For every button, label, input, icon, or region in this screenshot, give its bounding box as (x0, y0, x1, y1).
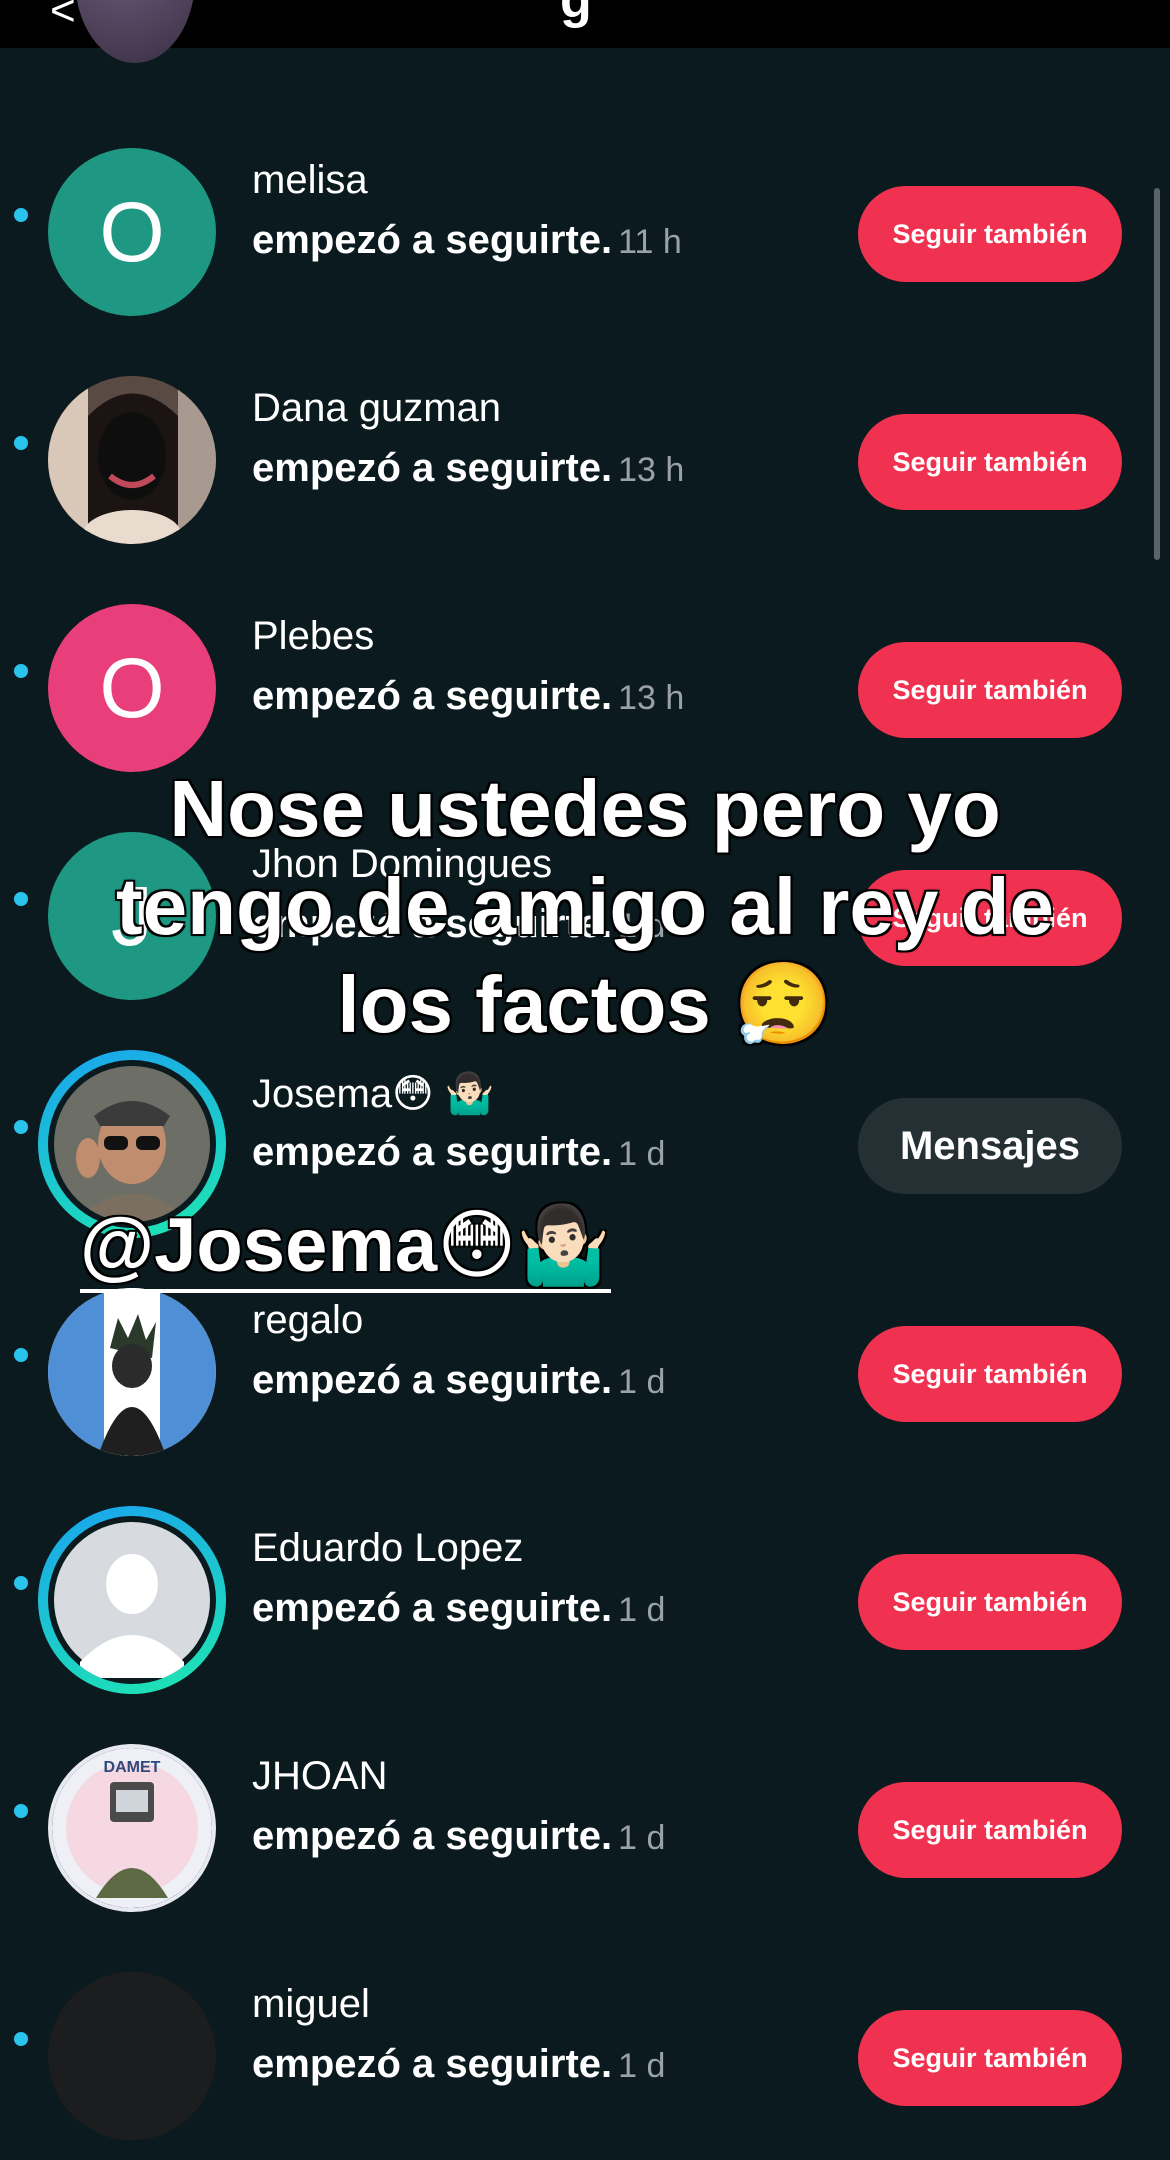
activity-text: empezó a seguirte. 1 d (252, 1130, 666, 1174)
avatar[interactable] (48, 1972, 216, 2140)
back-icon[interactable]: < (50, 0, 76, 36)
activity-text: empezó a seguirte. 1 d (252, 1814, 666, 1858)
username[interactable]: JHOAN (252, 1754, 388, 1799)
avatar[interactable]: O (48, 148, 216, 316)
list-item[interactable]: DAMET JHOAN empezó a seguirte. 1 d Seguir… (0, 1704, 1170, 1932)
activity-text: empezó a seguirte. 13 h (252, 674, 685, 718)
avatar[interactable] (75, 0, 195, 63)
timestamp: 13 h (618, 679, 685, 717)
timestamp: 1 d (618, 1591, 666, 1629)
timestamp: 1 d (618, 1135, 666, 1173)
unread-dot (14, 2032, 28, 2046)
timestamp: 1 d (618, 1819, 666, 1857)
activity-text: empezó a seguirte. 1 d (252, 1586, 666, 1630)
unread-dot (14, 436, 28, 450)
follow-back-button[interactable]: Seguir también (858, 414, 1122, 510)
avatar[interactable]: DAMET (48, 1744, 216, 1912)
username[interactable]: Dana guzman (252, 386, 501, 431)
activity-text: empezó a seguirte. 13 h (252, 446, 685, 490)
mention-tag[interactable]: @Josema😳🤷🏻‍♂️ (80, 1205, 612, 1293)
list-item[interactable]: miguel empezó a seguirte. 1 d Seguir tamb… (0, 1932, 1170, 2160)
page-title-fragment: g (560, 0, 592, 29)
username[interactable]: regalo (252, 1298, 363, 1343)
avatar[interactable] (38, 1506, 226, 1694)
username[interactable]: Eduardo Lopez (252, 1526, 523, 1571)
follow-back-button[interactable]: Seguir también (858, 1554, 1122, 1650)
activity-text: empezó a seguirte. 11 h (252, 218, 682, 262)
unread-dot (14, 892, 28, 906)
overlay-caption: Nose ustedes pero yo tengo de amigo al r… (115, 764, 1054, 1049)
avatar-brand-text: DAMET (104, 1759, 161, 1776)
follow-back-button[interactable]: Seguir también (858, 2010, 1122, 2106)
follow-back-button[interactable]: Seguir también (858, 642, 1122, 738)
username[interactable]: Josema😳 🤷🏻‍♂️ (252, 1070, 495, 1117)
follow-back-button[interactable]: Seguir también (858, 1782, 1122, 1878)
username[interactable]: miguel (252, 1982, 370, 2027)
follow-back-button[interactable]: Seguir también (858, 186, 1122, 282)
activity-text: empezó a seguirte. 1 d (252, 2042, 666, 2086)
unread-dot (14, 1348, 28, 1362)
unread-dot (14, 208, 28, 222)
list-item[interactable]: Dana guzman empezó a seguirte. 13 h Segui… (0, 336, 1170, 564)
list-item[interactable]: O Plebes empezó a seguirte. 13 h Seguir t… (0, 564, 1170, 792)
unread-dot (14, 664, 28, 678)
username[interactable]: Plebes (252, 614, 374, 659)
timestamp: 13 h (618, 451, 685, 489)
unread-dot (14, 1804, 28, 1818)
list-item[interactable]: O melisa empezó a seguirte. 11 h Seguir t… (0, 108, 1170, 336)
timestamp: 1 d (618, 2047, 666, 2085)
username[interactable]: melisa (252, 158, 368, 203)
follow-back-button[interactable]: Seguir también (858, 1326, 1122, 1422)
default-avatar-icon (54, 1522, 210, 1678)
avatar[interactable] (48, 1288, 216, 1456)
timestamp: 11 h (618, 223, 682, 261)
messages-button[interactable]: Mensajes (858, 1098, 1122, 1194)
list-item[interactable]: Eduardo Lopez empezó a seguirte. 1 d Segu… (0, 1476, 1170, 1704)
activity-text: empezó a seguirte. 1 d (252, 1358, 666, 1402)
unread-dot (14, 1576, 28, 1590)
avatar[interactable]: O (48, 604, 216, 772)
unread-dot (14, 1120, 28, 1134)
avatar[interactable] (48, 376, 216, 544)
timestamp: 1 d (618, 1363, 666, 1401)
